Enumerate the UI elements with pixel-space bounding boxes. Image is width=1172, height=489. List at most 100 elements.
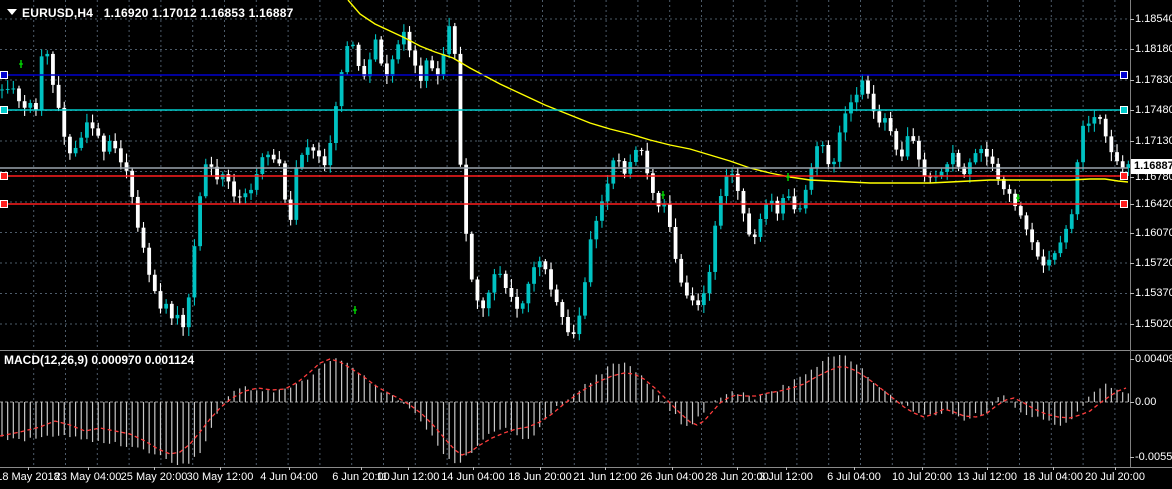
- candle-body: [328, 142, 333, 166]
- candle-body: [232, 181, 236, 197]
- time-axis-label: 18 Jul 04:00: [1023, 471, 1083, 483]
- candle-body: [673, 226, 678, 259]
- price-chart-canvas[interactable]: [0, 0, 1130, 467]
- candle-body: [322, 156, 327, 166]
- macd-axis-tick: [1130, 359, 1134, 360]
- candle-body: [396, 44, 401, 60]
- candle-body: [492, 274, 497, 293]
- candle-body: [186, 297, 191, 328]
- candle-body: [96, 128, 101, 136]
- candle-body: [871, 93, 876, 112]
- candle-body: [1030, 229, 1035, 243]
- support-red-1-handle[interactable]: [1120, 172, 1128, 180]
- candle-body: [741, 190, 746, 214]
- candle-body: [543, 261, 548, 270]
- candle-body: [900, 149, 904, 157]
- candle-body: [996, 163, 1001, 179]
- time-axis-tick: [540, 467, 541, 470]
- candle-body: [294, 167, 299, 220]
- candle-body: [537, 261, 542, 268]
- chart-dropdown-icon[interactable]: [7, 9, 17, 15]
- candle-body: [583, 282, 587, 316]
- candle-body: [379, 39, 384, 64]
- candle-body: [266, 154, 270, 158]
- time-axis-tick: [922, 467, 923, 470]
- time-axis-tick: [473, 467, 474, 470]
- candle-body: [28, 102, 33, 108]
- price-axis-label: 1.15720: [1135, 257, 1172, 269]
- time-axis-label: 18 May 2018: [0, 471, 60, 483]
- candle-body: [345, 46, 350, 73]
- candle-body: [690, 295, 695, 301]
- time-axis-tick: [88, 467, 89, 470]
- resistance-cyan-handle[interactable]: [0, 106, 8, 114]
- candle-body: [1081, 125, 1085, 163]
- time-axis-label: 30 May 12:00: [186, 471, 254, 483]
- time-axis-separator: [0, 467, 1172, 468]
- candle-body: [101, 135, 106, 152]
- candle-body: [68, 136, 72, 154]
- candle-body: [990, 156, 995, 164]
- candle-body: [877, 111, 882, 123]
- candle-body: [1109, 136, 1114, 153]
- candle-body: [1052, 253, 1057, 260]
- candle-body: [209, 164, 214, 167]
- candle-body: [1075, 162, 1080, 215]
- candle-body: [356, 44, 361, 66]
- candle-body: [368, 59, 372, 77]
- candle-body: [311, 147, 316, 151]
- price-axis-tick: [1130, 263, 1134, 264]
- candle-body: [781, 197, 785, 214]
- resistance-cyan-handle[interactable]: [1120, 106, 1128, 114]
- candle-body: [639, 149, 644, 151]
- time-axis-tick: [361, 467, 362, 470]
- candle-body: [85, 122, 89, 138]
- candle-body: [707, 271, 712, 294]
- candle-body: [803, 189, 808, 209]
- candle-body: [577, 315, 582, 335]
- panel-separator[interactable]: [0, 350, 1172, 351]
- time-axis-label: 10 Jul 20:00: [892, 471, 952, 483]
- resistance-blue-handle[interactable]: [1120, 71, 1128, 79]
- candle-body: [62, 107, 67, 137]
- candle-body: [107, 140, 112, 152]
- candle-body: [792, 196, 797, 210]
- support-red-2-handle[interactable]: [0, 200, 8, 208]
- time-axis-tick: [1053, 467, 1054, 470]
- candle-body: [526, 283, 531, 304]
- price-axis-label: 1.17130: [1135, 135, 1172, 147]
- candle-body: [249, 189, 253, 194]
- candle-body: [486, 292, 491, 309]
- candle-body: [832, 161, 836, 165]
- candle-body: [747, 213, 752, 235]
- time-axis-label: 25 May 20:00: [120, 471, 188, 483]
- candle-body: [1058, 242, 1063, 254]
- candle-body: [1086, 123, 1091, 126]
- candle-body: [243, 193, 248, 198]
- candle-body: [820, 144, 825, 147]
- price-axis-tick: [1130, 204, 1134, 205]
- support-red-2-handle[interactable]: [1120, 200, 1128, 208]
- candle-body: [45, 53, 50, 57]
- resistance-blue-handle[interactable]: [0, 71, 8, 79]
- candle-body: [713, 225, 718, 272]
- time-axis-tick: [220, 467, 221, 470]
- candle-body: [979, 148, 984, 154]
- candle-body: [1069, 214, 1074, 229]
- candle-body: [520, 303, 525, 309]
- candle-body: [1064, 228, 1068, 243]
- candle-body: [73, 147, 78, 154]
- candle-body: [860, 80, 865, 95]
- candle-body: [917, 140, 921, 160]
- macd-axis-tick: [1130, 402, 1134, 403]
- price-axis-tick: [1130, 80, 1134, 81]
- candle-body: [566, 316, 570, 333]
- candle-body: [317, 150, 321, 157]
- candle-body: [588, 239, 593, 283]
- candle-body: [1035, 242, 1040, 257]
- support-red-1-handle[interactable]: [0, 172, 8, 180]
- candle-body: [718, 196, 723, 226]
- candle-body: [837, 132, 842, 162]
- candle-body: [305, 147, 310, 155]
- candle-body: [418, 65, 423, 81]
